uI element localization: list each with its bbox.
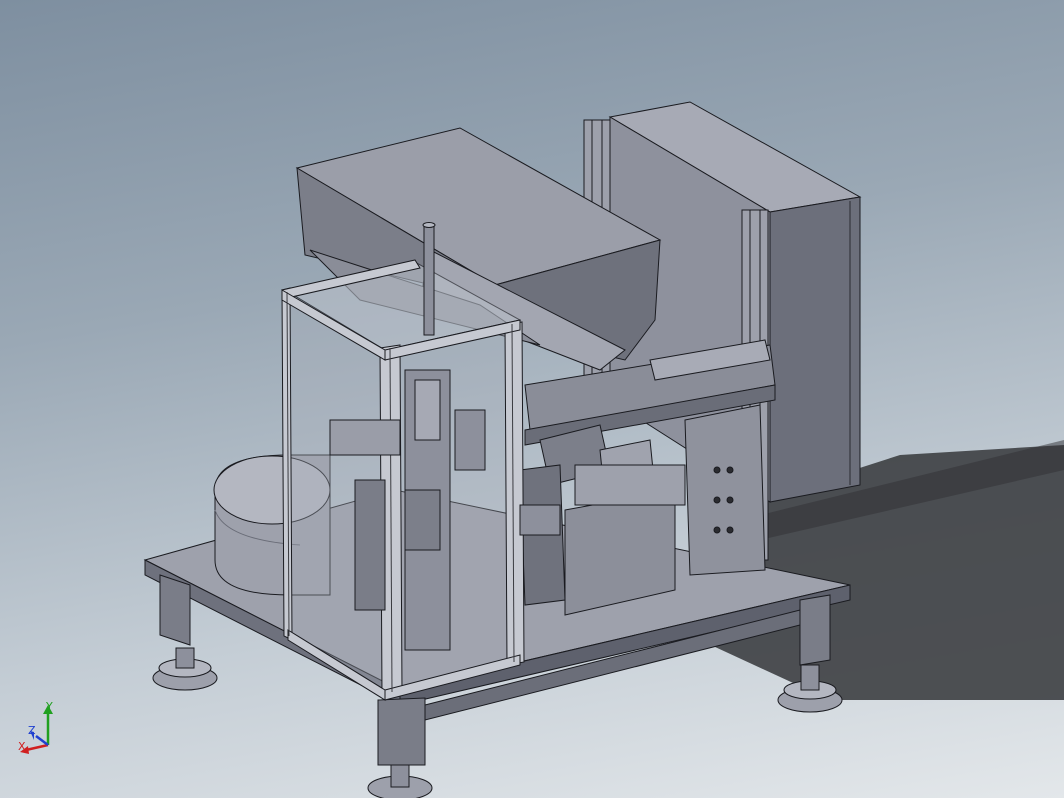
z-axis-line (35, 735, 49, 746)
axis-triad: Y X Z (14, 700, 64, 760)
machine-model[interactable] (0, 0, 1064, 798)
y-axis-label: Y (45, 700, 53, 713)
aluminum-profile-enclosure[interactable] (281, 259, 525, 701)
z-axis-label: Z (28, 724, 36, 737)
vertical-rod (422, 222, 436, 336)
x-axis-line (25, 743, 49, 752)
3d-viewport[interactable]: Y X Z (0, 0, 1064, 798)
x-axis-label: X (18, 740, 26, 753)
